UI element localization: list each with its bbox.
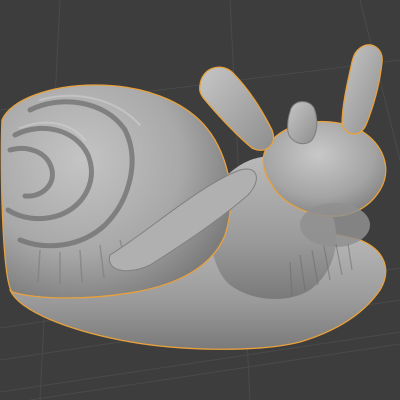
snail-model[interactable] xyxy=(0,0,400,400)
3d-viewport[interactable] xyxy=(0,0,400,400)
tentacle-small xyxy=(287,101,318,145)
tentacle-right xyxy=(341,44,383,135)
snail-chin xyxy=(300,203,370,247)
